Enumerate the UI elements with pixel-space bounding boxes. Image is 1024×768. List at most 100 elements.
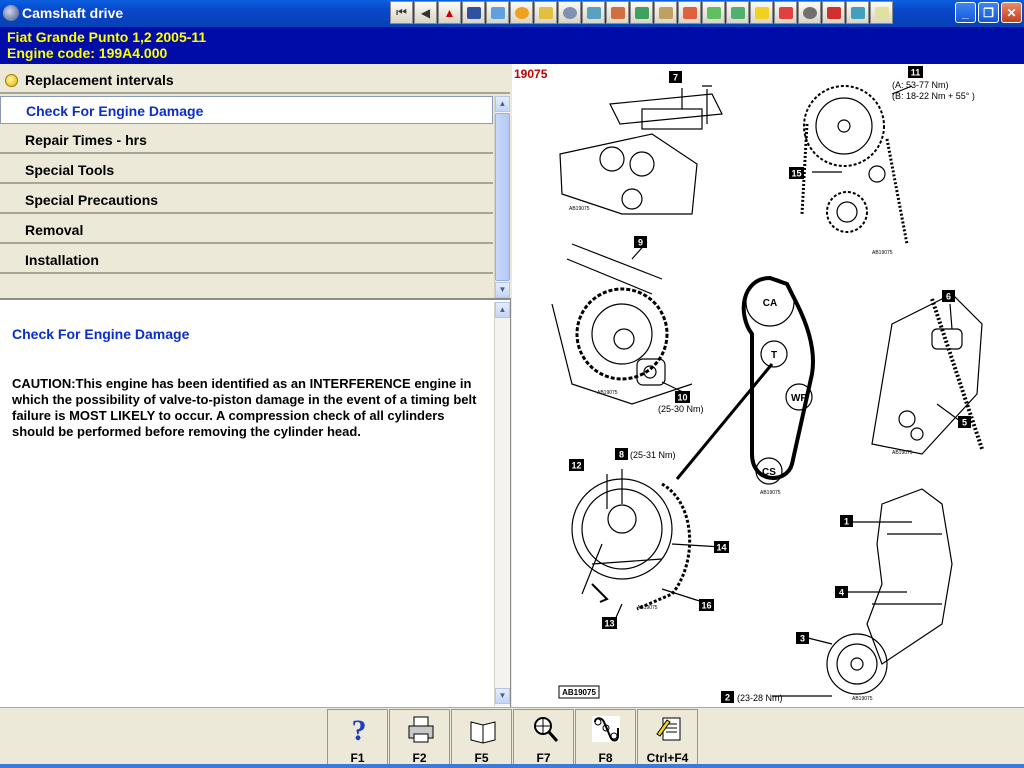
ctrl-f4-notes-button[interactable]: Ctrl+F4 <box>637 709 698 768</box>
label-2: 2 <box>721 691 734 703</box>
bottom-strip <box>0 764 1024 768</box>
label-11: 11 <box>908 66 923 78</box>
f7-zoom-button[interactable]: F7 <box>513 709 574 768</box>
diagram-code-box: AB19075 <box>558 685 600 699</box>
f5-book-button[interactable]: F5 <box>451 709 512 768</box>
label-6: 6 <box>942 290 955 302</box>
label-14: 14 <box>714 541 729 553</box>
label-5: 5 <box>958 416 971 428</box>
menu-item-replacement-intervals[interactable]: Replacement intervals <box>0 66 510 94</box>
diagram-id: 19075 <box>514 67 548 81</box>
tool3-icon[interactable] <box>534 1 557 24</box>
label-t: T <box>771 350 777 361</box>
svg-text:11: 11 <box>911 68 921 78</box>
scroll-down-icon[interactable]: ▼ <box>495 688 510 704</box>
svg-text:3: 3 <box>800 634 805 644</box>
maximize-icon[interactable]: ❐ <box>978 2 999 23</box>
first-page-icon[interactable]: ⏮ <box>390 1 413 24</box>
small-code-5: AB19075 <box>892 450 913 456</box>
vehicle-header: Fiat Grande Punto 1,2 2005-11 Engine cod… <box>0 27 1024 64</box>
close-icon[interactable]: ✕ <box>1001 2 1022 23</box>
tool8-icon[interactable] <box>654 1 677 24</box>
svg-text:1: 1 <box>844 517 849 527</box>
label-7: 7 <box>669 71 682 83</box>
content-title: Check For Engine Damage <box>12 326 190 342</box>
small-code-2: AB19075 <box>872 250 893 256</box>
label-4: 4 <box>835 586 848 598</box>
f1-help-button[interactable]: ? F1 <box>327 709 388 768</box>
svg-text:16: 16 <box>701 601 711 611</box>
menu-item-special-precautions[interactable]: Special Precautions <box>0 186 493 214</box>
vehicle-icon[interactable] <box>462 1 485 24</box>
tool9-icon[interactable] <box>678 1 701 24</box>
warning-icon[interactable]: ▲ <box>438 1 461 24</box>
label-9: 9 <box>634 236 647 248</box>
tool4-icon[interactable] <box>558 1 581 24</box>
svg-text:?: ? <box>352 714 367 744</box>
toolbar: ⏮ ◀ ▲ <box>390 1 893 25</box>
label-15: 15 <box>789 167 804 179</box>
tool16-icon[interactable] <box>846 1 869 24</box>
menu-item-check-engine-damage[interactable]: Check For Engine Damage <box>0 96 493 124</box>
tool10-icon[interactable] <box>702 1 725 24</box>
label-ca: CA <box>763 298 777 309</box>
tool12-icon[interactable] <box>750 1 773 24</box>
scroll-thumb[interactable] <box>495 113 510 281</box>
menu-scrollbar[interactable]: ▲ ▼ <box>494 96 510 298</box>
tool11-icon[interactable] <box>726 1 749 24</box>
svg-text:2: 2 <box>725 693 730 703</box>
back-icon[interactable]: ◀ <box>414 1 437 24</box>
label-12: 12 <box>569 459 584 471</box>
tool2-icon[interactable] <box>510 1 533 24</box>
vehicle-model: Fiat Grande Punto 1,2 2005-11 <box>7 29 207 45</box>
small-code-3: AB19075 <box>597 390 618 396</box>
small-code-7: AB19075 <box>852 696 873 702</box>
notes-icon <box>656 717 681 741</box>
app-icon[interactable] <box>3 5 19 21</box>
torque-11a: (A: 53-77 Nm) <box>892 80 949 90</box>
content-body: CAUTION:This engine has been identified … <box>12 376 477 439</box>
tool17-icon[interactable] <box>870 1 893 24</box>
scroll-up-icon[interactable]: ▲ <box>495 96 510 112</box>
scroll-down-icon[interactable]: ▼ <box>495 282 510 298</box>
belt-diagram-icon <box>592 716 620 742</box>
menu-item-special-tools[interactable]: Special Tools <box>0 156 493 184</box>
torque-11b: (B: 18-22 Nm + 55° ) <box>892 91 975 101</box>
content-scrollbar[interactable]: ▲ ▼ <box>494 302 510 706</box>
svg-text:12: 12 <box>571 461 581 471</box>
svg-text:14: 14 <box>716 543 726 553</box>
small-code-4: AB19075 <box>760 490 781 496</box>
tool13-icon[interactable] <box>774 1 797 24</box>
tool14-icon[interactable] <box>798 1 821 24</box>
small-code-1: AB19075 <box>569 206 590 212</box>
svg-text:8: 8 <box>619 450 624 460</box>
svg-text:5: 5 <box>962 418 967 428</box>
torque-2: (23-28 Nm) <box>737 693 783 703</box>
label-wp: WP <box>791 393 807 404</box>
menu-item-removal[interactable]: Removal <box>0 216 493 244</box>
tool7-icon[interactable] <box>630 1 653 24</box>
tool5-icon[interactable] <box>582 1 605 24</box>
label-3: 3 <box>796 632 809 644</box>
label-10: 10 <box>675 391 690 403</box>
f2-print-button[interactable]: F2 <box>389 709 450 768</box>
menu-item-repair-times[interactable]: Repair Times - hrs <box>0 126 493 154</box>
svg-text:15: 15 <box>791 169 801 179</box>
minimize-icon[interactable]: _ <box>955 2 976 23</box>
book-icon <box>470 721 496 744</box>
magnifier-icon <box>534 717 559 742</box>
svg-text:9: 9 <box>638 238 643 248</box>
svg-text:6: 6 <box>946 292 951 302</box>
menu-item-installation[interactable]: Installation <box>0 246 493 274</box>
torque-8: (25-31 Nm) <box>630 450 676 460</box>
tool15-icon[interactable] <box>822 1 845 24</box>
section-menu: Replacement intervals Check For Engine D… <box>0 66 510 298</box>
arrow-right-icon <box>5 74 18 87</box>
f8-belt-diagram-button[interactable]: F8 <box>575 709 636 768</box>
tool6-icon[interactable] <box>606 1 629 24</box>
scroll-up-icon[interactable]: ▲ <box>495 302 510 318</box>
svg-text:13: 13 <box>604 619 614 629</box>
tool1-icon[interactable] <box>486 1 509 24</box>
printer-icon <box>408 716 434 743</box>
svg-text:10: 10 <box>677 393 687 403</box>
